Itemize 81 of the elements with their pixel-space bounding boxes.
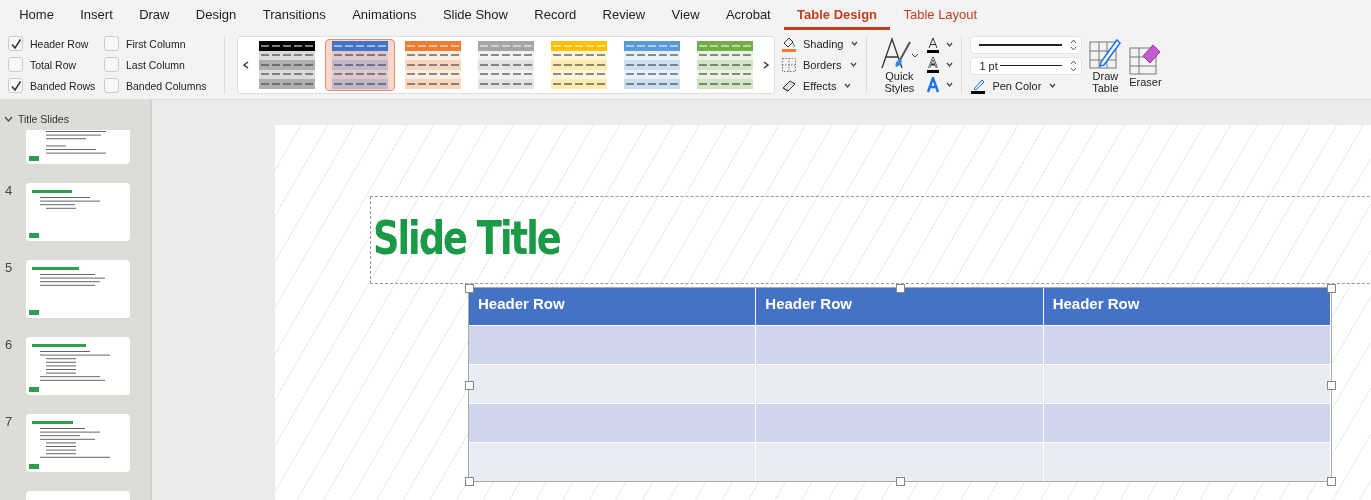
table-style-swatch[interactable] — [325, 38, 395, 91]
stepper-icon — [1070, 58, 1078, 73]
ribbon-tab[interactable]: Record — [521, 0, 590, 30]
ribbon-tab[interactable]: Insert — [67, 0, 126, 30]
logo-icon — [29, 464, 39, 469]
chevron-icon — [1049, 83, 1057, 88]
borders-icon — [781, 56, 797, 73]
resize-handle[interactable] — [465, 477, 474, 486]
chevron-icon — [946, 42, 954, 47]
checkbox[interactable] — [104, 36, 119, 51]
slide-thumbnail[interactable] — [26, 414, 130, 472]
logo-icon — [29, 387, 39, 392]
ribbon-tab[interactable]: View — [658, 0, 713, 30]
resize-handle[interactable] — [896, 477, 905, 486]
ribbon-tab[interactable]: Home — [6, 0, 68, 30]
scroll-left-icon[interactable] — [243, 60, 249, 69]
chevron-icon — [946, 62, 954, 67]
section-header[interactable]: Title Slides — [18, 113, 69, 125]
slide-thumbnail[interactable] — [26, 183, 130, 241]
ribbon-tab[interactable]: Acrobat — [712, 0, 784, 30]
slide-title: Slide Title — [373, 211, 560, 265]
scroll-right-icon[interactable] — [763, 60, 769, 69]
checkbox[interactable] — [104, 57, 119, 72]
slide-number: 4 — [4, 183, 14, 200]
pen-weight-field[interactable]: 1 pt — [970, 56, 1083, 75]
ribbon-tab[interactable]: Transitions — [249, 0, 339, 30]
resize-handle[interactable] — [1327, 284, 1336, 293]
style-option-checkbox[interactable]: Last Column — [104, 54, 216, 75]
logo-icon — [29, 233, 39, 238]
borders-button[interactable]: Borders — [781, 56, 859, 73]
style-option-checkbox[interactable]: Header Row — [8, 33, 104, 54]
pen-icon — [970, 77, 987, 94]
slide-thumbnail[interactable] — [26, 130, 130, 164]
style-option-checkbox[interactable]: Banded Rows — [8, 75, 104, 96]
pen-color-button[interactable]: Pen Color — [970, 77, 1083, 94]
text-effect-button[interactable] — [925, 36, 954, 53]
ribbon-tab[interactable]: Review — [589, 0, 659, 30]
outlined-letter-icon — [925, 76, 942, 93]
chevron-icon — [946, 82, 954, 87]
chevron-icon — [851, 41, 859, 46]
ribbon-tab[interactable]: Animations — [339, 0, 430, 30]
effects-button[interactable]: Effects — [781, 77, 859, 94]
slide-number: 6 — [4, 337, 14, 354]
shading-button[interactable]: Shading — [781, 35, 859, 52]
quick-styles-button[interactable]: Quick Styles — [879, 35, 920, 94]
slide-thumbnail[interactable] — [26, 337, 130, 395]
checkbox[interactable] — [8, 57, 23, 72]
chevron-icon — [849, 62, 857, 67]
letter-brush-icon — [880, 35, 919, 70]
chevron-icon — [844, 83, 852, 88]
stepper-icon — [1070, 37, 1078, 52]
resize-handle[interactable] — [1327, 477, 1336, 486]
slide-thumbnail[interactable] — [26, 260, 130, 318]
eraser-button[interactable]: Eraser — [1128, 41, 1163, 88]
ribbon-tab[interactable]: Design — [182, 0, 250, 30]
logo-icon — [29, 310, 39, 315]
style-option-checkbox[interactable]: Banded Columns — [104, 75, 216, 96]
resize-handle[interactable] — [896, 284, 905, 293]
checkbox[interactable] — [8, 78, 23, 93]
style-option-checkbox[interactable]: Total Row — [8, 54, 104, 75]
resize-handle[interactable] — [465, 284, 474, 293]
paint-bucket-icon — [781, 35, 797, 52]
ribbon-tab[interactable]: Table Design — [783, 0, 891, 30]
checkbox[interactable] — [8, 36, 23, 51]
ribbon-tab[interactable]: Slide Show — [429, 0, 522, 30]
resize-handle[interactable] — [465, 380, 474, 390]
chevron-icon — [4, 116, 13, 122]
ribbon-tab[interactable]: Table Layout — [890, 0, 991, 30]
slide-number: 7 — [4, 414, 14, 431]
text-effect-button[interactable] — [925, 56, 954, 73]
slide-number: 5 — [4, 260, 14, 277]
pen-style-field[interactable] — [970, 35, 1083, 54]
logo-icon — [29, 156, 39, 161]
checkbox[interactable] — [104, 78, 119, 93]
style-option-checkbox[interactable]: First Column — [104, 33, 216, 54]
letter-icon — [925, 36, 942, 53]
ribbon-tab[interactable]: Draw — [125, 0, 183, 30]
draw-table-button[interactable]: Draw Table — [1088, 35, 1123, 94]
letter-icon — [925, 56, 942, 73]
title-placeholder[interactable]: Slide Title — [370, 196, 1371, 284]
resize-handle[interactable] — [1327, 380, 1336, 390]
